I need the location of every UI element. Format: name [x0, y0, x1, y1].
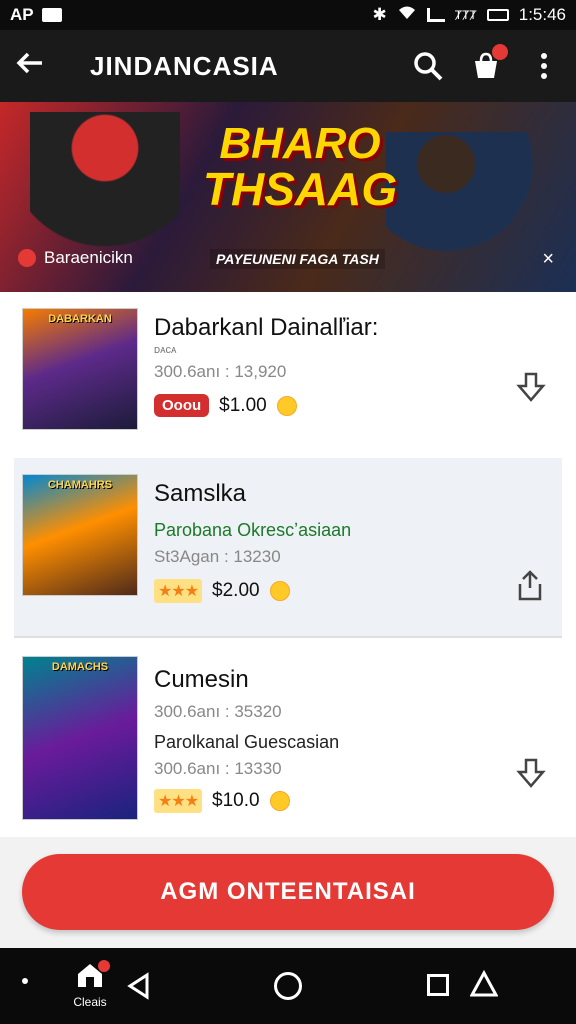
- cart-button[interactable]: [470, 44, 508, 82]
- list-item[interactable]: DAMACHS Cumesin 300.6anı : 35320 Parolka…: [14, 648, 562, 838]
- status-left-text: AP: [10, 5, 34, 24]
- list-item[interactable]: CHAMAHRS Samslka Parobana Okrescʼasiaan …: [14, 458, 562, 638]
- page-title: JINDANCASIA: [90, 50, 279, 81]
- nav-recents-icon[interactable]: [427, 974, 449, 996]
- coin-icon: [269, 791, 290, 811]
- game-price: $2.00: [212, 580, 260, 601]
- nfc-icon: ✱: [372, 5, 387, 24]
- share-icon[interactable]: [516, 570, 548, 602]
- nav-dot-indicator: [22, 978, 28, 984]
- game-name: Cumesin: [154, 666, 249, 693]
- thumbnail-caption: DAMACHS: [51, 661, 109, 673]
- status-time: 1:5:46: [518, 5, 566, 24]
- thumbnail-caption: CHAMAHRS: [47, 479, 113, 491]
- game-meta: 300.6anı : 13,920: [154, 362, 287, 381]
- search-icon[interactable]: [412, 50, 444, 82]
- nav-home-circle-icon[interactable]: [274, 972, 302, 1000]
- coin-icon: [269, 581, 290, 601]
- signal-icon: [426, 8, 445, 22]
- battery-icon: [486, 9, 509, 21]
- cart-badge: [492, 44, 508, 60]
- notification-icon: [41, 8, 62, 22]
- rating-stars: ★★★: [154, 789, 203, 813]
- download-icon[interactable]: [516, 372, 548, 404]
- record-icon: [18, 249, 36, 267]
- game-meta-secondary: 300.6anı : 35320: [154, 702, 282, 721]
- primary-cta-button[interactable]: AGM ONTEENTAISAI: [22, 854, 554, 930]
- game-list: DABARKAN Dabarkanl Dainalľiar: ᴅᴀᴄᴀ 300.…: [0, 292, 576, 837]
- game-thumbnail: DABARKAN: [22, 308, 138, 430]
- nav-back-icon[interactable]: [126, 972, 150, 1005]
- game-meta: 300.6anı : 13330: [154, 759, 282, 778]
- game-thumbnail: DAMACHS: [22, 656, 138, 820]
- game-name: Samslka: [154, 480, 247, 507]
- banner-pill-label: Baraenicikn: [44, 248, 133, 267]
- game-name: Dabarkanl Dainalľiar:: [154, 314, 379, 341]
- back-arrow-icon[interactable]: [16, 49, 56, 83]
- game-description: Parolkanal Guescasian: [154, 732, 340, 752]
- battery-label: ȾȾȾ: [454, 8, 477, 22]
- banner-subtitle: PAYEUNENI FAGA TASH: [210, 249, 385, 269]
- game-description: Parobana Okrescʼasiaan: [154, 520, 352, 540]
- status-badge: Ooou: [154, 394, 210, 417]
- game-price: $1.00: [219, 394, 267, 416]
- app-bar: JINDANCASIA: [0, 30, 576, 102]
- nav-home-tab[interactable]: Cleais: [62, 960, 118, 1009]
- nav-extra-icon[interactable]: [469, 969, 499, 1003]
- coin-icon: [276, 395, 297, 416]
- status-bar: AP ✱ ȾȾȾ 1:5:46: [0, 0, 576, 30]
- nav-home-label: Cleais: [73, 995, 107, 1009]
- banner-title-line2: THSAAG: [202, 163, 398, 215]
- game-meta-small: ᴅᴀᴄᴀ: [154, 344, 177, 356]
- banner-pill[interactable]: Baraenicikn: [18, 248, 133, 268]
- wifi-icon: [397, 5, 417, 26]
- banner-close-icon[interactable]: ×: [542, 248, 554, 271]
- rating-stars: ★★★: [154, 579, 203, 603]
- more-options-icon[interactable]: [528, 50, 560, 82]
- notification-badge: [98, 960, 110, 972]
- thumbnail-caption: DABARKAN: [48, 313, 112, 325]
- banner-title: BHARO THSAAG: [200, 119, 400, 215]
- banner-soldier-art: [386, 132, 536, 292]
- game-meta: St3Agan : 13230: [154, 547, 281, 566]
- system-nav-bar: Cleais: [0, 948, 576, 1024]
- download-icon[interactable]: [516, 758, 548, 790]
- banner-title-line1: BHARO: [219, 119, 381, 168]
- game-thumbnail: CHAMAHRS: [22, 474, 138, 596]
- list-item[interactable]: DABARKAN Dabarkanl Dainalľiar: ᴅᴀᴄᴀ 300.…: [14, 292, 562, 474]
- game-price: $10.0: [212, 790, 260, 811]
